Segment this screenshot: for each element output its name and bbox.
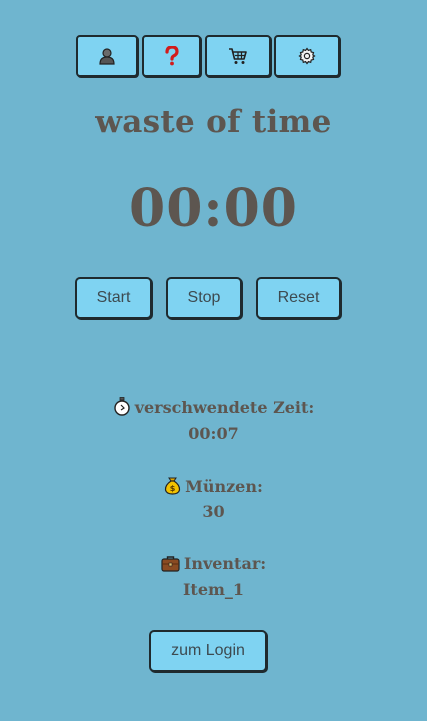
start-button[interactable]: Start <box>75 277 152 319</box>
settings-gear-icon <box>298 47 316 65</box>
inventory-value: Item_1 <box>182 580 245 599</box>
wasted-time-label-row: verschwendete Zeit: <box>0 397 427 420</box>
timer-display: 00:00 <box>129 178 298 239</box>
inventory-label: Inventar: <box>183 554 267 573</box>
help-button[interactable] <box>142 35 201 77</box>
svg-text:$: $ <box>170 484 176 493</box>
coins-value: 30 <box>202 502 225 521</box>
money-bag-icon: $ <box>164 476 181 499</box>
reset-button[interactable]: Reset <box>256 277 341 319</box>
shop-button[interactable] <box>205 35 271 77</box>
help-icon <box>164 46 179 66</box>
wasted-time-value: 00:07 <box>188 424 239 443</box>
wasted-time-label: verschwendete Zeit: <box>134 398 315 417</box>
inventory-label-row: Inventar: <box>0 554 427 576</box>
coins-label-row: $ Münzen: <box>0 476 427 499</box>
profile-icon <box>99 48 115 65</box>
stopwatch-icon <box>113 397 131 420</box>
settings-button[interactable] <box>274 35 340 77</box>
page-title: waste of time <box>95 104 332 140</box>
stop-button[interactable]: Stop <box>166 277 242 319</box>
shop-cart-icon <box>229 48 247 64</box>
briefcase-icon <box>161 555 180 576</box>
coins-label: Münzen: <box>185 477 263 496</box>
profile-button[interactable] <box>76 35 138 77</box>
login-button[interactable]: zum Login <box>149 630 267 672</box>
